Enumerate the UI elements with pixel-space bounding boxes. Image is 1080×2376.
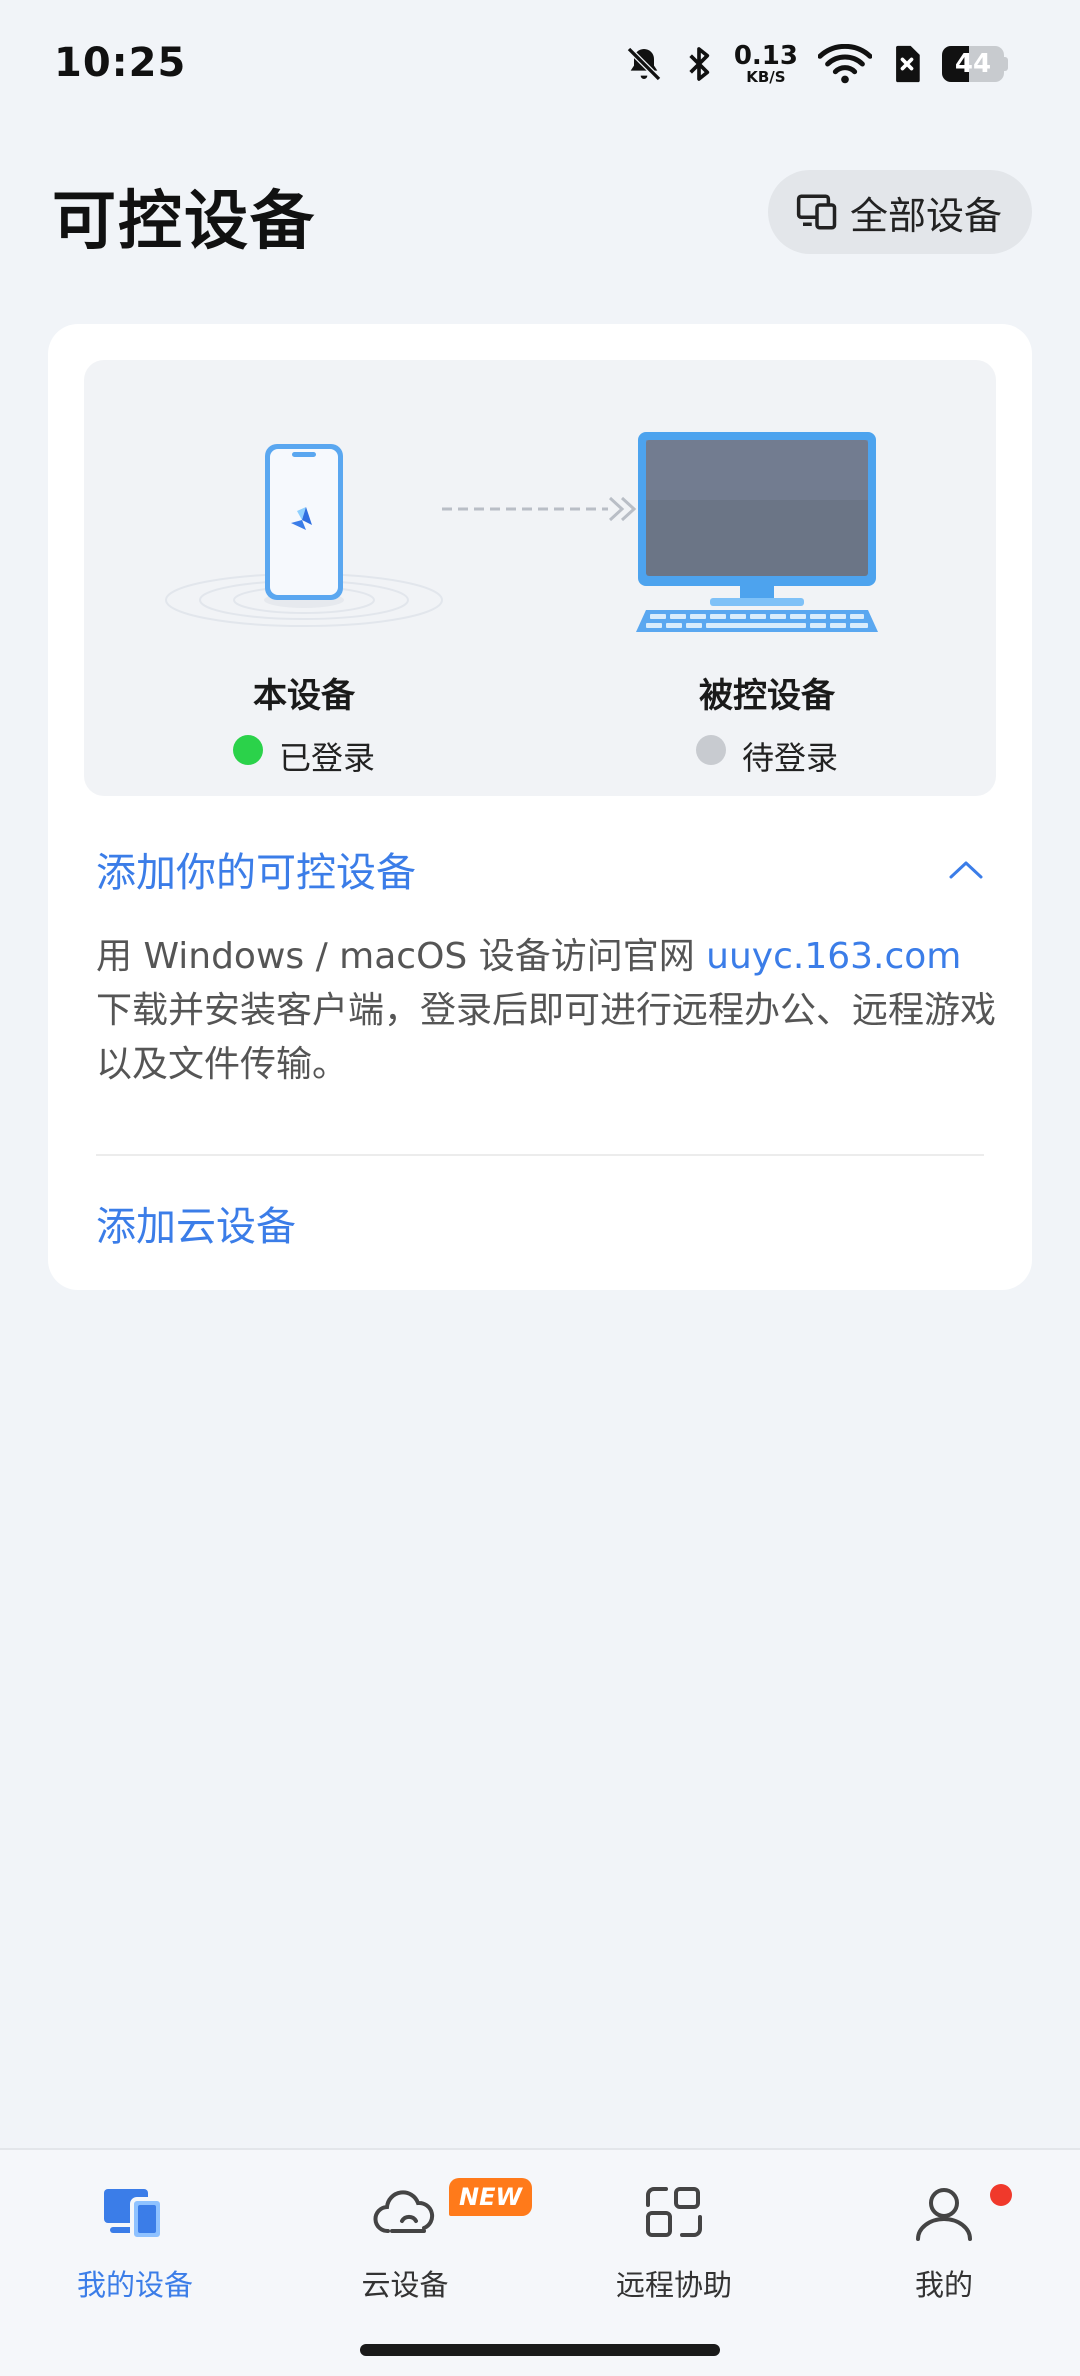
phone-illustration	[164, 440, 444, 630]
nav-profile[interactable]: 我的	[834, 2174, 1054, 2314]
net-speed-unit: KB/S	[746, 68, 786, 86]
nav-cloud-devices[interactable]: 云设备 NEW	[295, 2174, 532, 2314]
devices-icon	[104, 2189, 164, 2241]
status-dot-offline	[695, 735, 726, 765]
nav-profile-label: 我的	[914, 2268, 973, 2302]
page-title: 可控设备	[52, 185, 316, 259]
divider	[96, 1154, 984, 1156]
chevron-up-icon	[949, 861, 983, 879]
profile-icon	[916, 2188, 972, 2241]
official-site-link[interactable]: uuyc.163.com	[706, 936, 961, 977]
sim-off-icon	[892, 44, 922, 84]
notification-dot	[990, 2184, 1012, 2206]
local-device-name: 本设备	[253, 676, 355, 716]
add-device-description: 用 Windows / macOS 设备访问官网 uuyc.163.com 下载并…	[96, 930, 996, 1092]
status-icons: 0.13 KB/S 44	[624, 40, 1008, 88]
net-speed-value: 0.13	[733, 41, 798, 71]
connection-diagram: 本设备 已登录 被控设备 待登录	[84, 360, 996, 796]
devices-outline-icon	[796, 194, 837, 230]
bell-off-icon	[624, 44, 664, 84]
net-speed: 0.13 KB/S	[734, 43, 798, 85]
computer-illustration	[632, 428, 882, 638]
nav-cloud-devices-label: 云设备	[361, 2268, 449, 2302]
battery-icon: 44	[942, 46, 1008, 82]
local-device-status: 已登录	[164, 733, 444, 779]
home-indicator[interactable]	[360, 2344, 720, 2356]
local-device-status-text: 已登录	[278, 739, 375, 777]
all-devices-button[interactable]: 全部设备	[767, 170, 1032, 254]
remote-device-status-text: 待登录	[741, 739, 838, 777]
status-dot-online	[232, 735, 263, 765]
remote-device-status: 待登录	[627, 733, 907, 779]
desc-prefix: 用 Windows / macOS 设备访问官网	[96, 936, 707, 977]
nav-remote-assist[interactable]: 远程协助	[564, 2174, 784, 2314]
cloud-icon	[373, 2190, 435, 2233]
new-badge: NEW	[449, 2178, 532, 2216]
nav-remote-assist-label: 远程协助	[615, 2268, 732, 2302]
device-card: 本设备 已登录 被控设备 待登录 添加你的可控设备 用 Windows / ma…	[48, 324, 1032, 1290]
add-controllable-device-toggle[interactable]: 添加你的可控设备	[96, 824, 984, 914]
bluetooth-icon	[684, 44, 714, 84]
remote-assist-icon	[646, 2187, 702, 2237]
bottom-nav: 我的设备 云设备 NEW 远程协助 我的	[0, 2148, 1080, 2376]
remote-device-name: 被控设备	[699, 676, 835, 716]
status-time: 10:25	[54, 40, 187, 86]
connection-arrow	[440, 494, 640, 524]
remote-device: 被控设备 待登录	[627, 668, 907, 779]
all-devices-label: 全部设备	[849, 193, 1002, 238]
add-cloud-device-button[interactable]: 添加云设备	[96, 1194, 296, 1252]
battery-level: 44	[954, 49, 992, 79]
screen: 10:25 0.13 KB/S 44 可控设备 全部设备 本设备 已登录 被控设…	[0, 0, 1080, 2376]
status-bar: 10:25 0.13 KB/S 44	[0, 0, 1080, 126]
desc-suffix: 下载并安装客户端，登录后即可进行远程办公、远程游戏以及文件传输。	[96, 990, 997, 1085]
local-device: 本设备 已登录	[164, 668, 444, 779]
nav-my-devices[interactable]: 我的设备	[25, 2174, 245, 2314]
nav-my-devices-label: 我的设备	[76, 2268, 193, 2302]
add-controllable-device-label: 添加你的可控设备	[96, 850, 416, 896]
wifi-icon	[818, 44, 872, 84]
